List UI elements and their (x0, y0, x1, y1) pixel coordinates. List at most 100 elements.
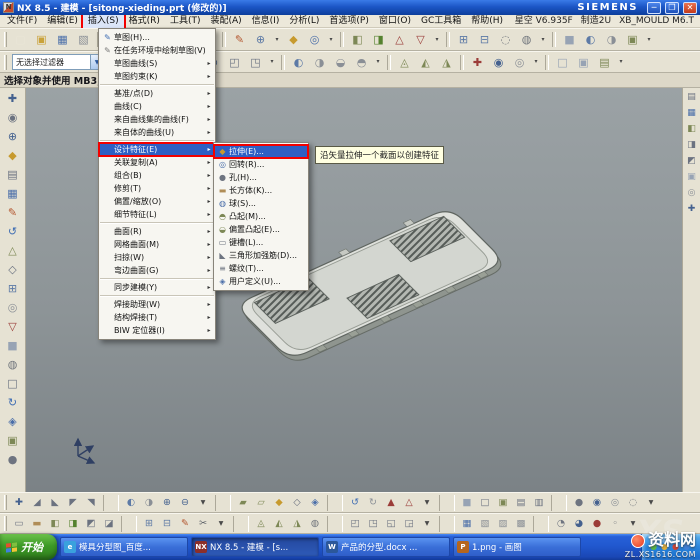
toolbar-icon[interactable]: ▦ (459, 516, 475, 532)
toolbar-icon[interactable]: ◭ (271, 516, 287, 532)
submenu-item[interactable]: ▬ 长方体(K)... (214, 184, 308, 197)
toolbar-icon[interactable]: ◎ (510, 53, 529, 72)
toolbar-icon[interactable]: ◐ (581, 30, 600, 49)
toolbar-icon[interactable]: ◲ (401, 516, 417, 532)
toolbar-icon[interactable]: ▦ (684, 106, 699, 121)
toolbar-icon[interactable]: ▦ (53, 30, 72, 49)
menubar-item[interactable]: 插入(S) (83, 15, 124, 28)
toolbar-icon[interactable]: ▾ (432, 30, 442, 49)
insert-menu-item[interactable]: 网格曲面(M) ▸ (99, 238, 215, 251)
menubar-plugin-item[interactable]: 星空 V6.935F (511, 15, 577, 28)
toolbar-icon[interactable]: ◉ (3, 108, 22, 127)
toolbar-icon[interactable]: ▾ (419, 495, 435, 511)
toolbar-icon[interactable]: ⊕ (251, 30, 270, 49)
submenu-item[interactable]: ◣ 三角形加强筋(D)... (214, 249, 308, 262)
toolbar-icon[interactable] (439, 495, 455, 511)
toolbar-icon[interactable]: ▰ (235, 495, 251, 511)
toolbar-icon[interactable]: ◱ (383, 516, 399, 532)
toolbar-grip[interactable] (4, 32, 7, 47)
toolbar-icon[interactable]: □ (477, 495, 493, 511)
toolbar-icon[interactable]: ▣ (32, 30, 51, 49)
submenu-item[interactable]: ◍ 球(S)... (214, 197, 308, 210)
toolbar-icon[interactable]: ◰ (225, 53, 244, 72)
toolbar-icon[interactable]: ▽ (3, 317, 22, 336)
toolbar-icon[interactable]: ▾ (644, 30, 654, 49)
insert-menu-item[interactable]: ✎ 在任务环境中绘制草图(V)... (99, 44, 215, 57)
toolbar-icon[interactable]: ▤ (595, 53, 614, 72)
toolbar-icon[interactable]: ▾ (625, 516, 641, 532)
toolbar-icon[interactable] (233, 516, 249, 532)
toolbar-icon[interactable]: ◉ (489, 53, 508, 72)
toolbar-icon[interactable]: ▩ (513, 516, 529, 532)
start-button[interactable]: 开始 (0, 534, 57, 560)
insert-menu-item[interactable]: 设计特征(E) ▸ (99, 143, 215, 156)
toolbar-icon[interactable]: ↺ (3, 222, 22, 241)
toolbar-icon[interactable]: ◣ (47, 495, 63, 511)
toolbar-icon[interactable]: ◳ (365, 516, 381, 532)
taskbar-window-button[interactable]: P 1.png - 画图 (453, 537, 581, 557)
toolbar-icon[interactable]: ▾ (267, 53, 277, 72)
toolbar-icon[interactable]: ↻ (3, 393, 22, 412)
toolbar-icon[interactable]: ◒ (331, 53, 350, 72)
toolbar-icon[interactable]: ▣ (3, 431, 22, 450)
menubar-item[interactable]: 信息(I) (247, 15, 285, 28)
toolbar-icon[interactable]: ▾ (643, 495, 659, 511)
toolbar-icon[interactable]: ◍ (3, 355, 22, 374)
menubar-item[interactable]: 编辑(E) (42, 15, 83, 28)
toolbar-icon[interactable]: ◌ (496, 30, 515, 49)
toolbar-grip[interactable] (4, 55, 7, 70)
toolbar-icon[interactable]: ⊖ (177, 495, 193, 511)
toolbar-icon[interactable]: ▾ (373, 53, 383, 72)
insert-menu-item[interactable]: 草图约束(K) ▸ (99, 70, 215, 83)
toolbar-icon[interactable]: ✎ (230, 30, 249, 49)
toolbar-icon[interactable]: △ (3, 241, 22, 260)
taskbar-window-button[interactable]: e 模具分型图_百度... (60, 537, 188, 557)
menubar-item[interactable]: 帮助(H) (466, 15, 508, 28)
toolbar-icon[interactable]: ▨ (495, 516, 511, 532)
toolbar-icon[interactable]: ◑ (141, 495, 157, 511)
insert-menu-item[interactable]: 焊接助理(W) ▸ (99, 298, 215, 311)
toolbar-icon[interactable]: ■ (560, 30, 579, 49)
toolbar-icon[interactable]: ✚ (684, 202, 699, 217)
toolbar-icon[interactable]: ◎ (607, 495, 623, 511)
toolbar-icon[interactable]: ▾ (213, 516, 229, 532)
insert-menu-item[interactable]: 草图曲线(S) ▸ (99, 57, 215, 70)
selection-filter-dropdown[interactable]: 无选择过滤器 ▼ (12, 54, 104, 70)
insert-menu-item[interactable]: 弯边曲面(G) ▸ (99, 264, 215, 277)
toolbar-icon[interactable]: ▽ (411, 30, 430, 49)
insert-menu-item[interactable]: 曲面(R) ▸ (99, 225, 215, 238)
toolbar-icon[interactable]: ▤ (684, 90, 699, 105)
toolbar-icon[interactable] (215, 495, 231, 511)
toolbar-icon[interactable]: ● (589, 516, 605, 532)
insert-menu-item[interactable]: 来自曲线集的曲线(F) ▸ (99, 113, 215, 126)
insert-menu-item[interactable]: 扫掠(W) ▸ (99, 251, 215, 264)
toolbar-icon[interactable] (387, 55, 391, 70)
close-button[interactable]: ✕ (683, 2, 697, 14)
toolbar-icon[interactable] (327, 516, 343, 532)
toolbar-icon[interactable]: ◦ (607, 516, 623, 532)
toolbar-icon[interactable]: ▬ (29, 516, 45, 532)
insert-menu-item[interactable]: 曲线(C) ▸ (99, 100, 215, 113)
toolbar-icon[interactable]: ✂ (195, 516, 211, 532)
submenu-item[interactable]: ◆ 拉伸(E)... (214, 145, 308, 158)
toolbar-icon[interactable]: ◨ (684, 138, 699, 153)
insert-menu-item[interactable]: BIW 定位器(I) ▸ (99, 324, 215, 337)
menubar-item[interactable]: 窗口(O) (374, 15, 416, 28)
toolbar-icon[interactable]: ◳ (246, 53, 265, 72)
toolbar-icon[interactable]: ■ (3, 336, 22, 355)
menubar-item[interactable]: 首选项(P) (324, 15, 373, 28)
insert-menu-item[interactable]: 组合(B) ▸ (99, 169, 215, 182)
toolbar-icon[interactable]: ▾ (419, 516, 435, 532)
toolbar-icon[interactable] (222, 32, 226, 47)
toolbar-icon[interactable] (551, 495, 567, 511)
toolbar-icon[interactable]: ✎ (177, 516, 193, 532)
toolbar-icon[interactable]: ◧ (348, 30, 367, 49)
toolbar-icon[interactable]: ⊞ (454, 30, 473, 49)
toolbar-icon[interactable]: ▱ (253, 495, 269, 511)
toolbar-icon[interactable] (103, 495, 119, 511)
toolbar-icon[interactable]: ▾ (272, 30, 282, 49)
toolbar-icon[interactable]: ◆ (284, 30, 303, 49)
toolbar-icon[interactable]: ▣ (623, 30, 642, 49)
insert-menu-item[interactable]: 修剪(T) ▸ (99, 182, 215, 195)
toolbar-icon[interactable]: ◨ (369, 30, 388, 49)
